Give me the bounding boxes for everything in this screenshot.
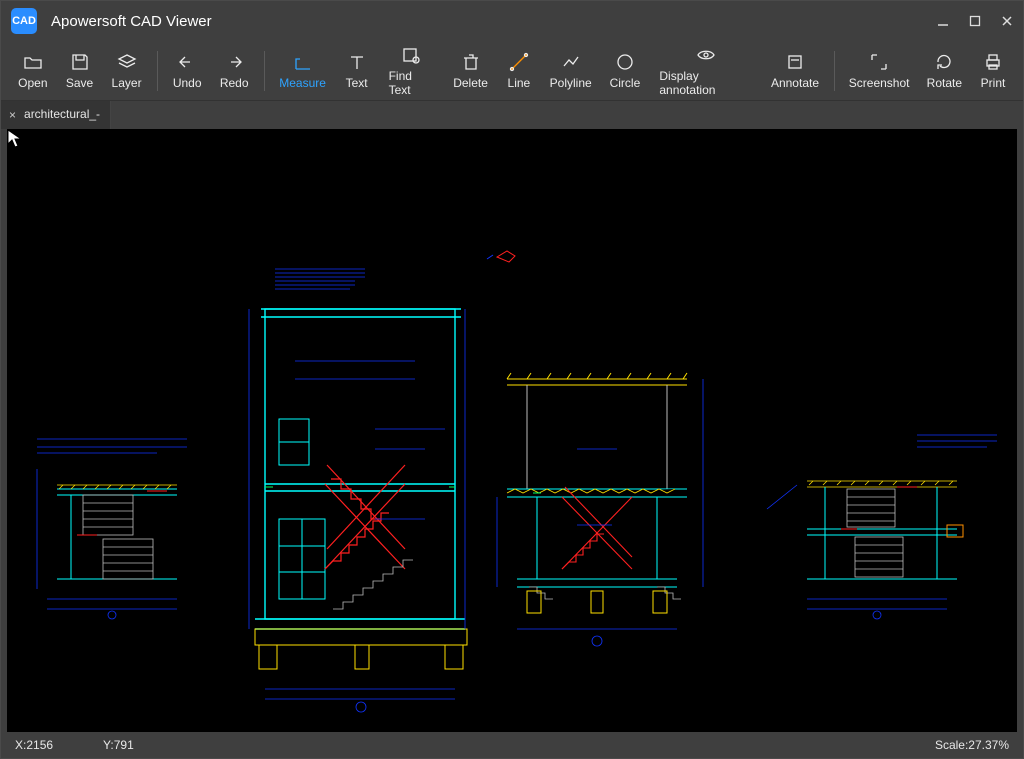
tool-label: Polyline (550, 76, 592, 90)
close-button[interactable] (991, 1, 1023, 41)
eye-icon (696, 45, 716, 65)
print-icon (983, 52, 1003, 72)
screenshot-icon (869, 52, 889, 72)
tab-strip: × architectural_- (1, 101, 1023, 129)
tool-label: Screenshot (849, 76, 910, 90)
cad-drawing (7, 129, 1017, 725)
polyline-button[interactable]: Polyline (541, 50, 601, 92)
tool-label: Redo (220, 76, 249, 90)
canvas-wrap (1, 129, 1023, 732)
line-icon (509, 52, 529, 72)
tool-label: Annotate (771, 76, 819, 90)
tool-label: Save (66, 76, 93, 90)
app-window: CAD Apowersoft CAD Viewer Open Save La (0, 0, 1024, 759)
tool-label: Print (981, 76, 1006, 90)
folder-open-icon (23, 52, 43, 72)
app-icon: CAD (11, 8, 37, 34)
tool-label: Measure (279, 76, 326, 90)
measure-button[interactable]: Measure (271, 50, 335, 92)
status-x-label: X: (15, 738, 26, 752)
screenshot-button[interactable]: Screenshot (841, 50, 918, 92)
tool-label: Circle (610, 76, 641, 90)
tool-label: Find Text (389, 69, 435, 97)
circle-button[interactable]: Circle (600, 50, 649, 92)
status-x-value: 2156 (26, 738, 53, 752)
maximize-button[interactable] (959, 1, 991, 41)
tool-label: Undo (173, 76, 202, 90)
circle-icon (615, 52, 635, 72)
tool-label: Display annotation (659, 69, 752, 97)
app-title: Apowersoft CAD Viewer (51, 13, 212, 30)
status-bar: X: 2156 Y: 791 Scale: 27.37% (1, 732, 1023, 758)
status-scale-label: Scale: (935, 738, 968, 752)
rotate-button[interactable]: Rotate (918, 50, 971, 92)
display-annotation-button[interactable]: Display annotation (649, 43, 762, 99)
polyline-icon (561, 52, 581, 72)
tab-label: architectural_- (24, 108, 100, 121)
tool-label: Layer (112, 76, 142, 90)
tool-label: Text (346, 76, 368, 90)
status-y-label: Y: (103, 738, 114, 752)
drawing-canvas[interactable] (7, 129, 1017, 732)
window-controls (927, 1, 1023, 41)
redo-button[interactable]: Redo (211, 50, 258, 92)
annotate-button[interactable]: Annotate (762, 50, 827, 92)
redo-icon (224, 52, 244, 72)
document-tab[interactable]: × architectural_- (1, 101, 111, 129)
find-text-button[interactable]: Find Text (379, 43, 445, 99)
text-icon (347, 52, 367, 72)
annotate-icon (785, 52, 805, 72)
tool-label: Rotate (927, 76, 962, 90)
layer-button[interactable]: Layer (102, 50, 150, 92)
rotate-icon (934, 52, 954, 72)
separator (157, 51, 158, 91)
delete-button[interactable]: Delete (444, 50, 497, 92)
tool-label: Delete (453, 76, 488, 90)
text-button[interactable]: Text (335, 50, 379, 92)
open-button[interactable]: Open (9, 50, 57, 92)
trash-icon (461, 52, 481, 72)
find-text-icon (401, 45, 421, 65)
separator (834, 51, 835, 91)
status-y-value: 791 (114, 738, 134, 752)
toolbar: Open Save Layer Undo Redo Measure Text (1, 41, 1023, 101)
tool-label: Line (508, 76, 531, 90)
save-button[interactable]: Save (57, 50, 103, 92)
print-button[interactable]: Print (971, 50, 1015, 92)
separator (264, 51, 265, 91)
titlebar: CAD Apowersoft CAD Viewer (1, 1, 1023, 41)
measure-icon (293, 52, 313, 72)
layers-icon (117, 52, 137, 72)
tab-close-icon[interactable]: × (9, 108, 16, 122)
undo-icon (177, 52, 197, 72)
undo-button[interactable]: Undo (164, 50, 211, 92)
tool-label: Open (18, 76, 47, 90)
status-scale-value: 27.37% (968, 738, 1009, 752)
line-button[interactable]: Line (497, 50, 541, 92)
minimize-button[interactable] (927, 1, 959, 41)
save-icon (70, 52, 90, 72)
